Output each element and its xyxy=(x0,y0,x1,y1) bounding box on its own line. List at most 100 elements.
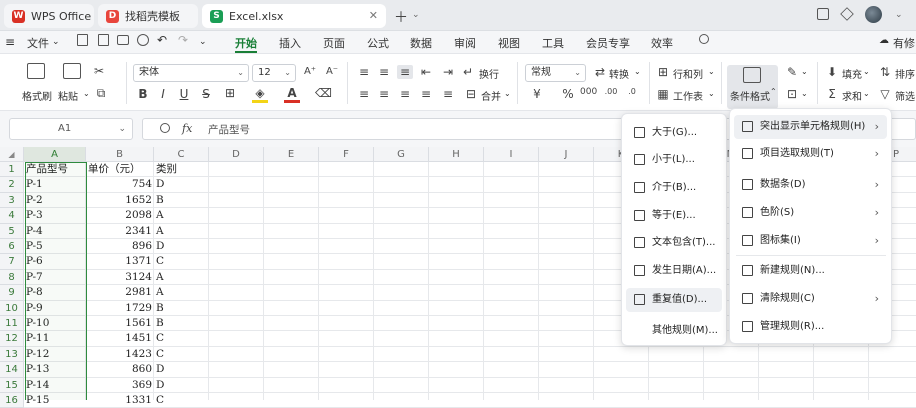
distribute-icon[interactable]: ≡ xyxy=(440,87,456,101)
search-icon[interactable] xyxy=(699,34,709,44)
worksheet-icon[interactable]: ▦ xyxy=(655,87,671,101)
submenu-item[interactable]: 文本包含(T)... xyxy=(626,231,722,255)
chevron-down-icon[interactable]: ⌄ xyxy=(801,67,808,76)
column-header-j[interactable]: J xyxy=(539,147,594,162)
cf-menu-item[interactable]: 管理规则(R)... xyxy=(734,315,887,339)
cell-b8[interactable]: 3124 xyxy=(86,270,154,285)
preview-icon[interactable] xyxy=(137,34,149,46)
number-format-select[interactable]: 常规 ⌄ xyxy=(525,64,586,82)
font-size-select[interactable]: 12 ⌄ xyxy=(252,64,296,82)
tab-wps-office[interactable]: W WPS Office xyxy=(4,4,94,28)
copy-icon[interactable]: ⧉ xyxy=(93,86,109,101)
row-header[interactable]: 10 xyxy=(0,300,24,316)
cell-b12[interactable]: 1451 xyxy=(86,331,154,346)
cell-b10[interactable]: 1729 xyxy=(86,301,154,316)
fx-icon[interactable]: fx xyxy=(182,122,192,135)
format-painter-button[interactable]: 格式刷 xyxy=(22,88,52,103)
cell-c7[interactable]: C xyxy=(154,254,209,269)
sum-button[interactable]: 求和 xyxy=(842,88,862,103)
chevron-down-icon[interactable]: ⌄ xyxy=(83,89,90,98)
cell-b14[interactable]: 860 xyxy=(86,362,154,377)
filter-button[interactable]: 筛选 xyxy=(895,88,915,103)
cell-b2[interactable]: 754 xyxy=(86,177,154,192)
avatar[interactable] xyxy=(865,6,882,23)
row-col-button[interactable]: 行和列 xyxy=(673,66,703,81)
filter-icon[interactable]: ▽ xyxy=(877,87,893,101)
row-header[interactable]: 5 xyxy=(0,223,24,239)
cell-c13[interactable]: C xyxy=(154,347,209,362)
increase-decimal-icon[interactable]: .00 xyxy=(603,87,619,96)
underline-icon[interactable]: U xyxy=(176,87,192,101)
menu-file[interactable]: 文件 xyxy=(27,35,49,51)
row-header[interactable]: 2 xyxy=(0,177,24,193)
row-header[interactable]: 4 xyxy=(0,208,24,224)
decrease-font-icon[interactable]: A⁻ xyxy=(324,66,340,77)
worksheet-button[interactable]: 工作表 xyxy=(673,88,703,103)
column-header-g[interactable]: G xyxy=(374,147,429,162)
submenu-item[interactable]: 介于(B)... xyxy=(626,176,722,200)
cell-c15[interactable]: D xyxy=(154,378,209,393)
indent-decrease-icon[interactable]: ⇤ xyxy=(418,65,434,79)
cell-c1[interactable]: 类别 xyxy=(154,162,209,177)
increase-font-icon[interactable]: A⁺ xyxy=(302,66,318,77)
fill-icon[interactable]: ⬇ xyxy=(824,65,840,79)
row-header[interactable]: 16 xyxy=(0,393,24,408)
column-header-d[interactable]: D xyxy=(209,147,264,162)
font-select[interactable]: 宋体 ⌄ xyxy=(133,64,249,82)
decrease-decimal-icon[interactable]: .0 xyxy=(624,87,640,96)
border-icon[interactable]: ⊞ xyxy=(222,86,238,100)
cell-c4[interactable]: A xyxy=(154,208,209,223)
chevron-down-icon[interactable]: ⌄ xyxy=(863,67,870,76)
name-box[interactable]: A1 ⌄ xyxy=(9,118,133,140)
align-right-icon[interactable]: ≡ xyxy=(397,87,413,101)
redo-icon[interactable]: ↷ xyxy=(178,33,188,47)
chevron-down-icon[interactable]: ⌄ xyxy=(52,37,60,47)
cell-c2[interactable]: D xyxy=(154,177,209,192)
export-icon[interactable] xyxy=(98,34,109,46)
cell-c12[interactable]: C xyxy=(154,331,209,346)
chevron-down-icon[interactable]: ⌄ xyxy=(801,89,808,98)
zoom-icon[interactable] xyxy=(160,123,170,133)
cf-menu-item[interactable]: 图标集(I) › xyxy=(734,229,887,253)
cloud-status[interactable]: 有修 xyxy=(893,35,915,51)
merge-button[interactable]: 合并 xyxy=(481,88,501,103)
tab-excel[interactable]: S Excel.xlsx ✕ xyxy=(202,4,386,28)
sort-icon[interactable]: ⇅ xyxy=(877,65,893,79)
convert-icon[interactable]: ⇄ xyxy=(592,65,608,79)
chevron-down-icon[interactable]: ⌄ xyxy=(895,10,903,20)
cell-b9[interactable]: 2981 xyxy=(86,285,154,300)
cube-icon[interactable] xyxy=(840,7,854,21)
submenu-item[interactable]: 小于(L)... xyxy=(626,148,722,172)
cell-b4[interactable]: 2098 xyxy=(86,208,154,223)
cell-c10[interactable]: B xyxy=(154,301,209,316)
cell-b6[interactable]: 896 xyxy=(86,239,154,254)
select-all-corner[interactable]: ◢ xyxy=(0,147,24,162)
submenu-item[interactable]: 等于(E)... xyxy=(626,204,722,228)
cell-b11[interactable]: 1561 xyxy=(86,316,154,331)
cell-b13[interactable]: 1423 xyxy=(86,347,154,362)
menu-review[interactable]: 审阅 xyxy=(454,35,476,51)
cell-c3[interactable]: B xyxy=(154,193,209,208)
align-bottom-icon[interactable]: ≡ xyxy=(397,65,413,79)
bold-icon[interactable]: B xyxy=(135,87,151,101)
cell-b16[interactable]: 1331 xyxy=(86,393,154,408)
row-header[interactable]: 14 xyxy=(0,362,24,378)
tab-docer[interactable]: D 找稻壳模板 xyxy=(98,4,198,28)
cloud-icon[interactable]: ☁ xyxy=(879,35,889,46)
chevron-down-icon[interactable]: ⌄ xyxy=(504,89,511,98)
align-left-icon[interactable]: ≡ xyxy=(356,87,372,101)
align-top-icon[interactable]: ≡ xyxy=(356,65,372,79)
cell-c5[interactable]: A xyxy=(154,224,209,239)
chevron-down-icon[interactable]: ⌄ xyxy=(708,89,715,98)
sort-button[interactable]: 排序 xyxy=(895,66,915,81)
wrap-text-button[interactable]: 换行 xyxy=(479,66,499,81)
fill-color-icon[interactable]: ◈ xyxy=(252,86,268,103)
column-header-f[interactable]: F xyxy=(319,147,374,162)
cell-b1[interactable]: 单价（元） xyxy=(86,162,154,177)
convert-button[interactable]: 转换 xyxy=(609,66,629,81)
row-header[interactable]: 9 xyxy=(0,285,24,301)
chevron-down-icon[interactable]: ⌄ xyxy=(199,37,207,47)
row-header[interactable]: 7 xyxy=(0,254,24,270)
cf-menu-item[interactable]: 色阶(S) › xyxy=(734,201,887,225)
cell-b7[interactable]: 1371 xyxy=(86,254,154,269)
